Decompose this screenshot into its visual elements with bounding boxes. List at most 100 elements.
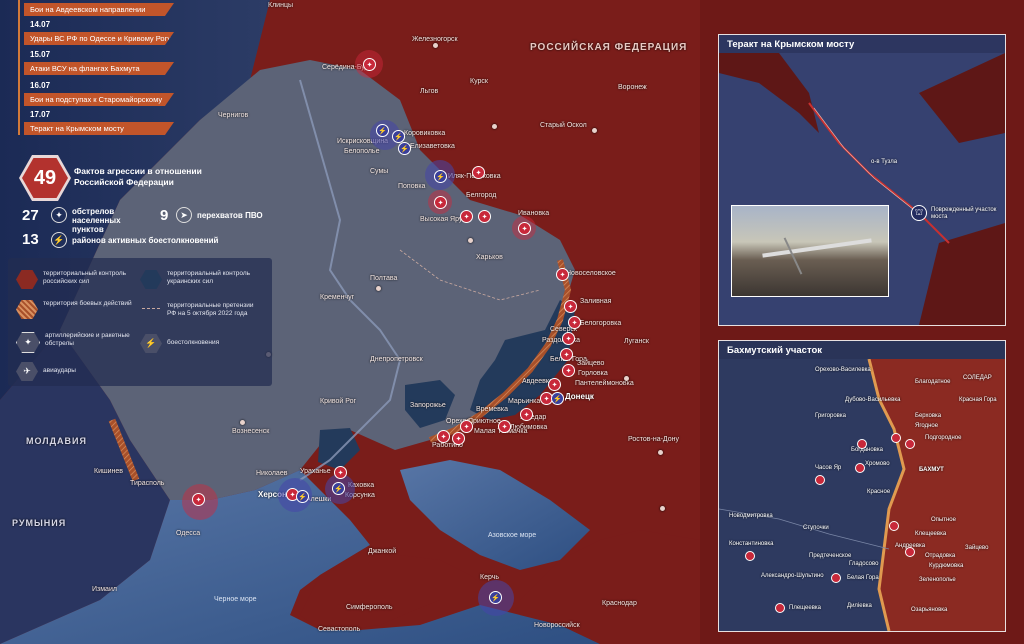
city-dot — [658, 450, 663, 455]
aggression-label: Фактов агрессии в отношении Российской Ф… — [74, 166, 202, 187]
shelling-marker[interactable]: ✦ — [518, 222, 531, 235]
shelling-marker[interactable] — [905, 547, 915, 557]
shelling-marker[interactable]: ✦ — [564, 300, 577, 313]
clash-marker[interactable]: ⚡ — [489, 591, 502, 604]
city-label: Одесса — [176, 530, 201, 537]
legend-label: боестолкновения — [167, 339, 220, 346]
shelling-count: 27 — [22, 207, 39, 224]
legend-item: территория боевых действий — [16, 300, 138, 319]
city-label: Николаев — [256, 470, 288, 477]
place-label: Красная Гора — [959, 397, 997, 403]
shelling-marker[interactable] — [891, 433, 901, 443]
city-label: Луганск — [624, 338, 649, 345]
city-label: Джанкой — [368, 548, 397, 555]
timeline-event[interactable]: Бои на подступах к Старомайорскому — [24, 93, 174, 106]
shelling-marker[interactable]: ✦ — [548, 378, 561, 391]
city-label: Сумы — [370, 168, 389, 175]
timeline-event[interactable]: Бои на Авдеевском направлении — [24, 3, 174, 16]
shelling-marker[interactable]: ✦ — [460, 210, 473, 223]
city-dot — [240, 420, 245, 425]
city-label: Клинцы — [268, 2, 293, 9]
city-label: Горловка — [578, 370, 608, 377]
city-label: Днепропетровск — [370, 356, 423, 363]
place-label: Григоровка — [815, 413, 846, 419]
shelling-marker[interactable]: ✦ — [556, 268, 569, 281]
clash-marker[interactable]: ⚡ — [434, 170, 447, 183]
shelling-marker[interactable] — [815, 475, 825, 485]
legend-item: территориальные претензии РФ на 5 октябр… — [140, 302, 262, 321]
airstrike-icon: ✈ — [16, 362, 38, 381]
clash-marker[interactable]: ⚡ — [398, 142, 411, 155]
shelling-marker[interactable] — [905, 439, 915, 449]
moldova-label: МОЛДАВИЯ — [26, 436, 87, 446]
shelling-marker[interactable]: ✦ — [478, 210, 491, 223]
timeline-event[interactable]: Теракт на Крымском мосту — [24, 122, 174, 135]
place-label: Белая Гора — [847, 575, 879, 581]
claims-line-icon — [140, 302, 162, 321]
artillery-icon: ✦ — [16, 332, 40, 353]
clash-marker[interactable]: ⚡ — [332, 482, 345, 495]
shelling-marker[interactable] — [775, 603, 785, 613]
timeline-line — [18, 0, 20, 135]
place-label: Константиновка — [729, 541, 774, 547]
timeline: Бои на Авдеевском направлении 14.07 Удар… — [0, 0, 200, 140]
shelling-marker[interactable] — [855, 463, 865, 473]
shelling-marker[interactable]: ✦ — [498, 420, 511, 433]
inset-title: Теракт на Крымском мосту — [727, 39, 855, 50]
russia-label: РОССИЙСКАЯ ФЕДЕРАЦИЯ — [530, 42, 688, 53]
place-label: Курдюмовка — [929, 563, 964, 569]
place-label: Александро-Шультино — [761, 573, 824, 579]
shelling-marker[interactable]: ✦ — [562, 332, 575, 345]
shelling-marker[interactable]: ✦ — [363, 58, 376, 71]
city-label: Кременчуг — [320, 294, 355, 301]
azov-sea-label: Азовское море — [488, 532, 537, 539]
shelling-marker[interactable]: ✦ — [472, 166, 485, 179]
timeline-event[interactable]: Удары ВС РФ по Одессе и Кривому Рогу — [24, 32, 174, 45]
legend-label: территория боевых действий — [43, 300, 132, 307]
shelling-marker[interactable]: ✦ — [520, 408, 533, 421]
clash-marker[interactable]: ⚡ — [296, 490, 309, 503]
shelling-marker[interactable] — [889, 521, 899, 531]
city-label: Вознесенск — [232, 428, 270, 435]
city-dot — [468, 238, 473, 243]
place-label: Богдановка — [851, 447, 883, 453]
shelling-marker[interactable] — [857, 439, 867, 449]
shelling-marker[interactable]: ✦ — [568, 316, 581, 329]
city-label: Коровиковка — [404, 130, 446, 137]
city-label: Курск — [470, 78, 488, 85]
city-label: Ростов-на-Дону — [628, 436, 679, 443]
shelling-marker[interactable]: ✦ — [562, 364, 575, 377]
city-label: Белополье — [344, 148, 380, 155]
legend-label: территориальный контроль российских сил — [43, 270, 127, 285]
timeline-event[interactable]: Атаки ВСУ на флангах Бахмута — [24, 62, 174, 75]
shelling-marker[interactable]: ✦ — [192, 493, 205, 506]
shelling-marker[interactable] — [745, 551, 755, 561]
legend-label: территориальные претензии РФ на 5 октябр… — [167, 302, 254, 317]
timeline-date: 17.07 — [30, 110, 51, 119]
place-label: Плещеевка — [789, 605, 821, 611]
black-sea-label: Черное море — [214, 596, 257, 603]
city-label: Времевка — [476, 406, 508, 413]
damaged-bridge-icon[interactable]: ⛫ — [911, 205, 927, 221]
shelling-marker[interactable]: ✦ — [437, 430, 450, 443]
intercept-label: перехватов ПВО — [197, 211, 263, 220]
legend-label: авиаудары — [43, 367, 76, 374]
ua-control-swatch — [140, 270, 162, 289]
city-dot — [660, 506, 665, 511]
city-label: Елизаветовка — [410, 143, 455, 150]
shelling-marker[interactable]: ✦ — [452, 432, 465, 445]
shelling-marker[interactable]: ✦ — [334, 466, 347, 479]
timeline-date: 15.07 — [30, 50, 51, 59]
legend-label: артиллерийские и ракетные обстрелы — [45, 332, 130, 347]
shelling-marker[interactable] — [831, 573, 841, 583]
shelling-marker[interactable]: ✦ — [434, 196, 447, 209]
clash-marker[interactable]: ⚡ — [551, 392, 564, 405]
clash-marker[interactable]: ⚡ — [376, 124, 389, 137]
city-label: Старый Оскол — [540, 122, 587, 129]
place-label: Озарьяновка — [911, 607, 948, 613]
shelling-marker[interactable]: ✦ — [560, 348, 573, 361]
shelling-marker[interactable]: ✦ — [460, 420, 473, 433]
city-label: Запорожье — [410, 402, 446, 409]
romania-label: РУМЫНИЯ — [12, 518, 67, 528]
timeline-date: 14.07 — [30, 20, 51, 29]
